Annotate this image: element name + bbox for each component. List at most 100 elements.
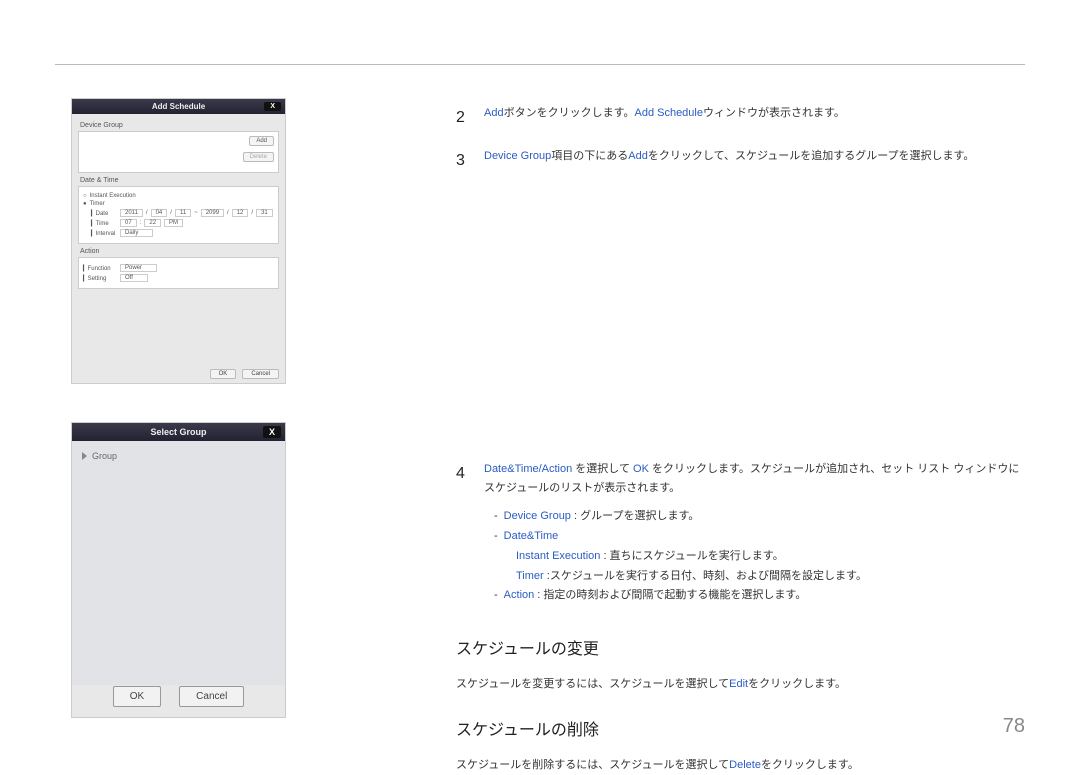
cancel-button[interactable]: Cancel <box>242 369 279 379</box>
page-number: 78 <box>1003 715 1025 738</box>
text: ウィンドウが表示されます。 <box>703 107 845 119</box>
step-body: Device Group項目の下にあるAddをクリックして、スケジュールを追加す… <box>484 147 1025 176</box>
text: スケジュールを削除するには、スケジュールを選択して <box>456 759 729 771</box>
dialog-body: Device Group Add Delete Date & Time ○ In… <box>72 114 285 297</box>
em-datetime: Date&Time <box>504 530 559 542</box>
timer-row: ● Timer <box>83 201 274 207</box>
dialog-title-bar: Add Schedule X <box>72 99 285 114</box>
step-body: Date&Time/Action を選択して OK をクリックします。スケジュー… <box>484 460 1025 615</box>
text: を選択して <box>572 463 633 475</box>
sublist: -Device Group : グループを選択します。 -Date&Time I… <box>494 507 1025 606</box>
em-add: Add <box>484 107 504 119</box>
interval-row: ▎Interval Daily <box>91 229 274 237</box>
date-year-from[interactable]: 2011 <box>120 209 143 217</box>
bullet-instant-execution: Instant Execution : 直ちにスケジュールを実行します。 <box>516 547 1025 567</box>
em-delete: Delete <box>729 759 761 771</box>
step-number: 4 <box>456 460 470 615</box>
em-add-schedule: Add Schedule <box>634 107 703 119</box>
close-icon[interactable]: X <box>264 102 281 111</box>
setting-select[interactable]: Off <box>120 274 148 282</box>
time-hour[interactable]: 07 <box>120 219 137 227</box>
step-number: 2 <box>456 104 470 133</box>
step-2: 2 Addボタンをクリックします。Add Scheduleウィンドウが表示されま… <box>456 104 1025 133</box>
dialog-title: Select Group <box>150 427 206 437</box>
em-timer: Timer <box>516 570 544 582</box>
text: 項目の下にある <box>551 150 628 162</box>
function-row: ▎Function Power <box>83 264 274 272</box>
time-min[interactable]: 22 <box>144 219 161 227</box>
em-ok: OK <box>633 463 649 475</box>
bullet-device-group: -Device Group : グループを選択します。 <box>494 507 1025 527</box>
action-box: ▎Function Power ▎Setting Off <box>78 257 279 289</box>
em-edit: Edit <box>729 678 748 690</box>
time-row: ▎Time 07: 22 PM <box>91 219 274 227</box>
function-label: Function <box>88 266 111 272</box>
interval-label: Interval <box>96 231 116 237</box>
date-day-to[interactable]: 31 <box>256 209 273 217</box>
date-month-from[interactable]: 04 <box>151 209 168 217</box>
text: をクリックします。 <box>761 759 859 771</box>
ok-button[interactable]: OK <box>113 686 161 707</box>
heading-schedule-edit: スケジュールの変更 <box>456 636 1025 665</box>
time-ampm[interactable]: PM <box>164 219 183 227</box>
dialog-title-bar: Select Group X <box>72 423 285 441</box>
tree-expand-icon <box>82 452 87 460</box>
em-device-group: Device Group <box>504 510 571 522</box>
function-select[interactable]: Power <box>120 264 157 272</box>
step-3: 3 Device Group項目の下にあるAddをクリックして、スケジュールを追… <box>456 147 1025 176</box>
top-rule <box>55 64 1025 65</box>
action-section-label: Action <box>80 248 279 255</box>
text: スケジュールを変更するには、スケジュールを選択して <box>456 678 729 690</box>
time-label: Time <box>96 221 109 227</box>
step-number: 3 <box>456 147 470 176</box>
close-icon[interactable]: X <box>263 426 281 438</box>
heading-schedule-delete: スケジュールの削除 <box>456 717 1025 746</box>
date-day-from[interactable]: 11 <box>175 209 191 217</box>
date-label: Date <box>96 211 109 217</box>
device-group-label: Device Group <box>80 122 279 129</box>
em-dt-action: Date&Time/Action <box>484 463 572 475</box>
setting-label: Setting <box>88 276 107 282</box>
bullet-datetime: -Date&Time <box>494 527 1025 547</box>
paragraph-edit: スケジュールを変更するには、スケジュールを選択してEditをクリックします。 <box>456 675 1025 695</box>
step-4: 4 Date&Time/Action を選択して OK をクリックします。スケジ… <box>456 460 1025 615</box>
date-row: ▎Date 2011/ 04/ 11 ~ 2099/ 12/ 31 <box>91 209 274 217</box>
text: ボタンをクリックします。 <box>504 107 635 119</box>
date-year-to[interactable]: 2099 <box>201 209 224 217</box>
dialog-title: Add Schedule <box>152 102 205 111</box>
figure-add-schedule: Add Schedule X Device Group Add Delete D… <box>71 98 286 384</box>
text: :スケジュールを実行する日付、時刻、および間隔を設定します。 <box>544 570 867 582</box>
interval-select[interactable]: Daily <box>120 229 153 237</box>
tree-item-label: Group <box>92 451 117 461</box>
datetime-box: ○ Instant Execution ● Timer ▎Date 2011/ … <box>78 186 279 244</box>
dialog-footer: OK Cancel <box>208 369 279 379</box>
instant-execution-label: Instant Execution <box>90 193 136 199</box>
add-button[interactable]: Add <box>249 136 274 146</box>
text: をクリックして、スケジュールを追加するグループを選択します。 <box>648 150 975 162</box>
text: : グループを選択します。 <box>571 510 699 522</box>
datetime-label: Date & Time <box>80 177 279 184</box>
instant-row: ○ Instant Execution <box>83 193 274 199</box>
dialog-footer: OK Cancel <box>72 686 285 707</box>
paragraph-delete: スケジュールを削除するには、スケジュールを選択してDeleteをクリックします。 <box>456 756 1025 775</box>
dialog-body: Group <box>72 441 285 685</box>
em-instant-execution: Instant Execution <box>516 550 600 562</box>
em-add: Add <box>628 150 648 162</box>
delete-button[interactable]: Delete <box>243 152 274 162</box>
em-action: Action <box>504 589 535 601</box>
text: : 直ちにスケジュールを実行します。 <box>600 550 783 562</box>
figure-select-group: Select Group X Group OK Cancel <box>71 422 286 718</box>
spacer <box>456 190 1025 460</box>
date-month-to[interactable]: 12 <box>232 209 249 217</box>
timer-label: Timer <box>90 201 105 207</box>
tree-item-group[interactable]: Group <box>82 451 275 461</box>
cancel-button[interactable]: Cancel <box>179 686 244 707</box>
text: : 指定の時刻および間隔で起動する機能を選択します。 <box>534 589 806 601</box>
ok-button[interactable]: OK <box>210 369 237 379</box>
text: をクリックします。 <box>748 678 846 690</box>
em-device-group: Device Group <box>484 150 551 162</box>
bullet-timer: Timer :スケジュールを実行する日付、時刻、および間隔を設定します。 <box>516 567 1025 587</box>
setting-row: ▎Setting Off <box>83 274 274 282</box>
device-group-box: Add Delete <box>78 131 279 173</box>
instructions-column: 2 Addボタンをクリックします。Add Scheduleウィンドウが表示されま… <box>456 104 1025 775</box>
